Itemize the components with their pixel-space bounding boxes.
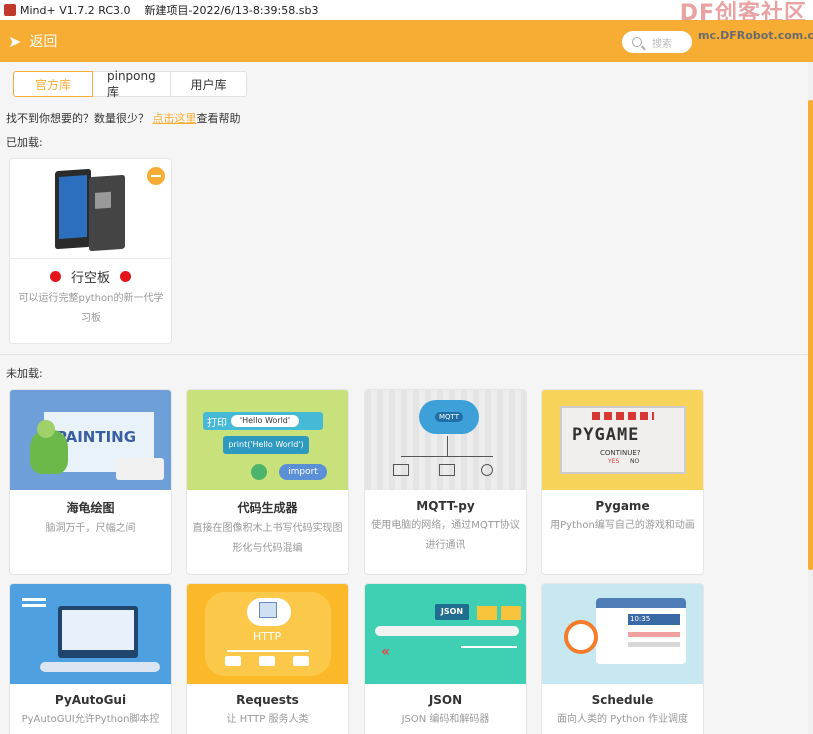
card-desc: 脑洞万千，尺幅之间 bbox=[45, 523, 136, 534]
scrollbar-thumb[interactable] bbox=[808, 100, 813, 570]
back-button[interactable]: ➤ 返回 bbox=[8, 31, 57, 51]
card-desc: PyAutoGUI允许Python脚本控 bbox=[21, 714, 160, 725]
card-name: JSON bbox=[428, 693, 463, 707]
library-tabs: 官方库 pinpong库 用户库 bbox=[13, 69, 247, 99]
section-divider bbox=[0, 354, 808, 355]
code-import-text: import bbox=[279, 464, 327, 480]
codegen-banner: 打印 'Hello World' print('Hello World') im… bbox=[187, 390, 348, 490]
turtle-banner-text: PAINTING bbox=[56, 428, 137, 446]
window-title: Mind+ V1.7.2 RC3.0 bbox=[20, 3, 131, 17]
json-banner-text: JSON bbox=[435, 604, 469, 620]
tab-pinpong[interactable]: pinpong库 bbox=[93, 69, 171, 99]
card-name: MQTT-py bbox=[416, 499, 475, 513]
remove-icon[interactable] bbox=[147, 167, 165, 185]
card-name: 海龟绘图 bbox=[66, 501, 115, 515]
pygame-no-text: NO bbox=[630, 458, 640, 465]
pygame-banner-text: PYGAME bbox=[572, 425, 640, 445]
status-dot-icon bbox=[49, 271, 61, 282]
library-panel: 官方库 pinpong库 用户库 找不到你想要的？数量很少？ 点击这里查看帮助 … bbox=[0, 62, 813, 734]
search-icon bbox=[632, 37, 642, 47]
topbar: ➤ 返回 搜索 mc.DFRobot.com.cn bbox=[0, 20, 813, 62]
code-print-text: 打印 bbox=[207, 418, 227, 429]
card-title: 行空板 bbox=[10, 267, 171, 286]
card-name: Schedule bbox=[591, 693, 654, 707]
search-input[interactable]: 搜索 bbox=[622, 31, 692, 53]
pyautogui-banner bbox=[10, 584, 171, 684]
pygame-yes-text: YES bbox=[608, 458, 620, 465]
tab-official[interactable]: 官方库 bbox=[13, 71, 93, 97]
back-label: 返回 bbox=[29, 34, 58, 50]
project-name: 新建项目-2022/6/13-8:39:58.sb3 bbox=[144, 4, 319, 17]
schedule-banner: 10:35 bbox=[542, 584, 703, 684]
card-pyautogui[interactable]: PyAutoGui PyAutoGUI允许Python脚本控 bbox=[9, 583, 172, 734]
card-desc: 可以运行完整python的新一代学习板 bbox=[18, 293, 164, 324]
help-link[interactable]: 点击这里 bbox=[153, 112, 197, 125]
app-icon bbox=[4, 4, 16, 16]
tab-user[interactable]: 用户库 bbox=[171, 71, 247, 97]
help-prefix: 找不到你想要的？数量很少？ bbox=[6, 112, 149, 125]
card-json[interactable]: JSON « JSON JSON 编码和解码器 bbox=[364, 583, 527, 734]
turtle-banner: PAINTING bbox=[10, 390, 171, 490]
unloaded-section-label: 未加载: bbox=[6, 367, 43, 380]
card-desc: 面向人类的 Python 作业调度 bbox=[556, 714, 689, 725]
card-turtle[interactable]: PAINTING 海龟绘图 脑洞万千，尺幅之间 bbox=[9, 389, 172, 575]
card-name: 代码生成器 bbox=[237, 501, 298, 515]
http-banner-text: HTTP bbox=[253, 630, 282, 643]
pygame-continue-text: CONTINUE? bbox=[600, 449, 641, 457]
mqtt-banner: MQTT bbox=[365, 390, 526, 490]
card-codegen[interactable]: 打印 'Hello World' print('Hello World') im… bbox=[186, 389, 349, 575]
arrow-left-icon: ➤ bbox=[8, 31, 22, 51]
code-call-text: print('Hello World') bbox=[223, 436, 309, 454]
help-text: 找不到你想要的？数量很少？ 点击这里查看帮助 bbox=[6, 110, 241, 126]
card-desc: JSON 编码和解码器 bbox=[401, 714, 490, 725]
schedule-time-text: 10:35 bbox=[628, 614, 680, 625]
json-banner: JSON « bbox=[365, 584, 526, 684]
card-mqtt[interactable]: MQTT MQTT-py 使用电脑的网络，通过MQTT协议进行通讯 bbox=[364, 389, 527, 575]
card-desc: 让 HTTP 服务人类 bbox=[226, 714, 309, 725]
card-desc: 用Python编写自己的游戏和动画 bbox=[550, 520, 695, 531]
status-dot-icon bbox=[120, 271, 131, 282]
mqtt-banner-text: MQTT bbox=[435, 412, 463, 422]
card-desc: 使用电脑的网络，通过MQTT协议进行通讯 bbox=[371, 520, 520, 551]
card-name: Requests bbox=[236, 693, 299, 707]
loaded-card-unihiker[interactable]: 行空板 可以运行完整python的新一代学习板 bbox=[9, 158, 172, 344]
requests-banner: HTTP bbox=[187, 584, 348, 684]
card-desc: 直接在图像积木上书写代码实现图形化与代码混编 bbox=[192, 523, 343, 554]
card-requests[interactable]: HTTP Requests 让 HTTP 服务人类 bbox=[186, 583, 349, 734]
pygame-banner: PYGAME CONTINUE? YES NO bbox=[542, 390, 703, 490]
card-name: PyAutoGui bbox=[54, 693, 127, 707]
card-name: 行空板 bbox=[70, 271, 110, 286]
search-placeholder: 搜索 bbox=[652, 38, 672, 50]
help-suffix: 查看帮助 bbox=[196, 112, 241, 125]
watermark-url: mc.DFRobot.com.cn bbox=[698, 29, 813, 42]
card-schedule[interactable]: 10:35 Schedule 面向人类的 Python 作业调度 bbox=[541, 583, 704, 734]
card-pygame[interactable]: PYGAME CONTINUE? YES NO Pygame 用Python编写… bbox=[541, 389, 704, 575]
code-hello-text: 'Hello World' bbox=[231, 415, 299, 427]
loaded-section-label: 已加载: bbox=[6, 136, 43, 149]
card-name: Pygame bbox=[595, 499, 650, 513]
